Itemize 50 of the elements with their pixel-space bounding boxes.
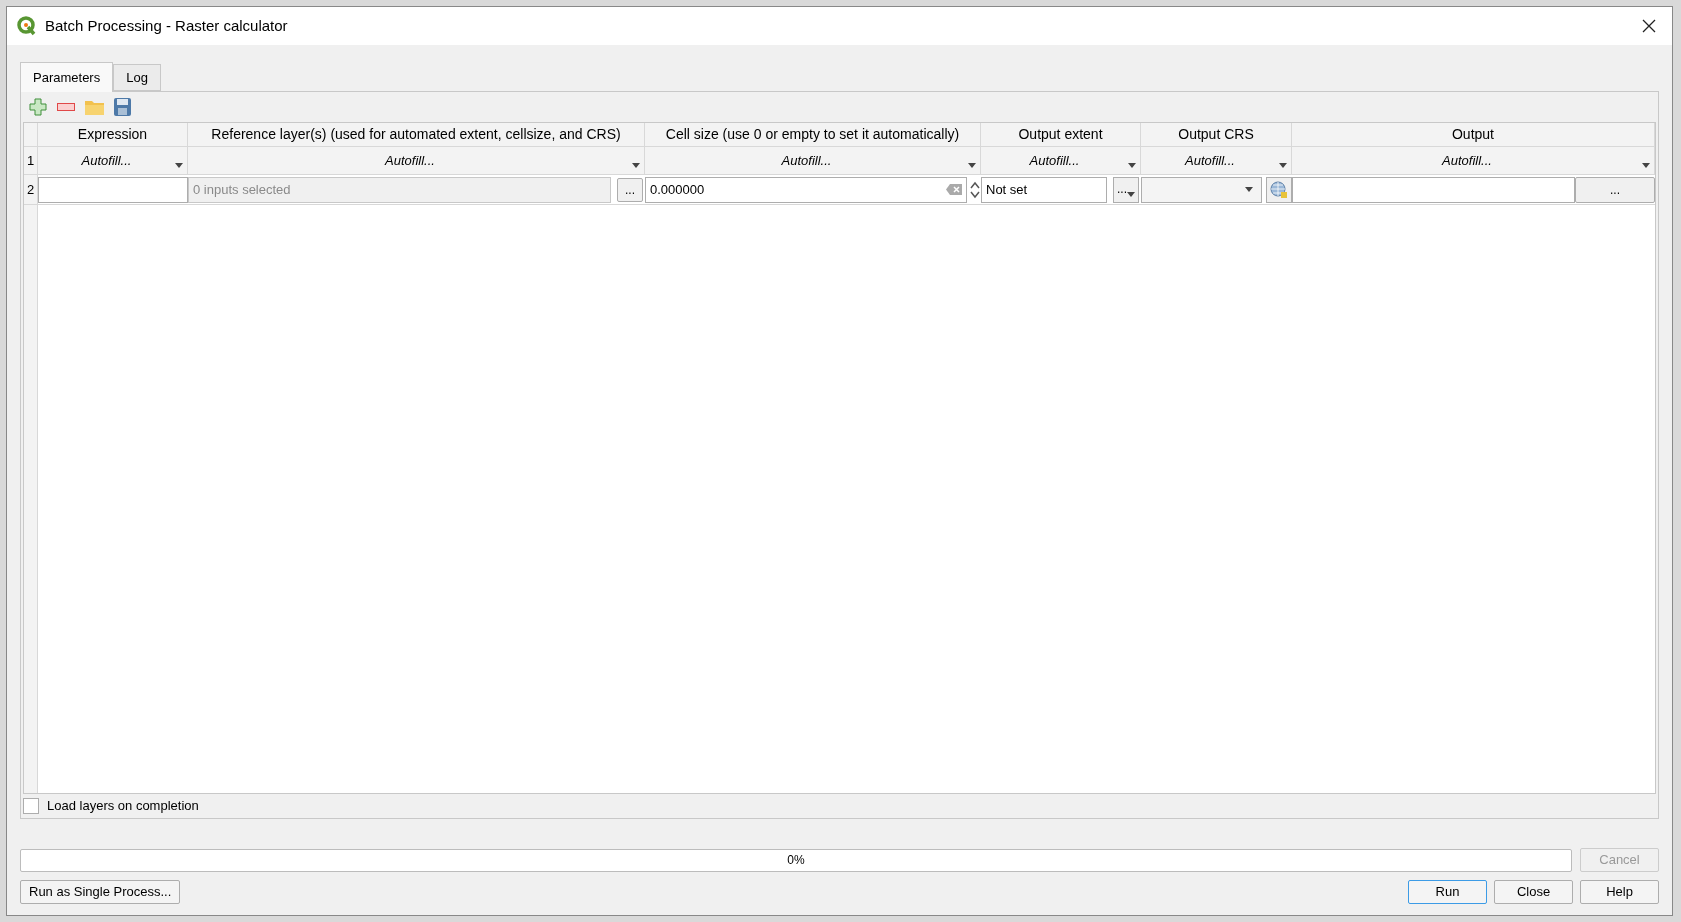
dialog-button[interactable]: Help [1580, 880, 1659, 904]
column-header[interactable]: Expression [38, 123, 188, 146]
dialog-button[interactable]: Run [1408, 880, 1487, 904]
window-title: Batch Processing - Raster calculator [45, 15, 289, 36]
column-header[interactable]: Output [1292, 123, 1655, 146]
close-icon[interactable] [1642, 19, 1656, 33]
load-layers-checkbox[interactable] [23, 798, 39, 814]
output-field[interactable] [1292, 176, 1575, 203]
autofill-dropdown[interactable]: Autofill... [1292, 147, 1642, 174]
browse-button[interactable]: ... [1575, 176, 1655, 203]
dialog-button[interactable]: Run as Single Process... [20, 880, 181, 904]
cell-size-field[interactable]: 0.000000 [645, 176, 967, 203]
dialog-button[interactable]: Close [1494, 880, 1573, 904]
caret-icon [632, 163, 640, 168]
caret-icon [175, 163, 183, 168]
crs-button[interactable] [1266, 176, 1292, 203]
expression-field[interactable] [38, 176, 188, 203]
clear-icon[interactable] [946, 184, 962, 195]
tab[interactable]: Parameters [20, 62, 114, 92]
column-header[interactable]: Output extent [981, 123, 1141, 146]
autofill-dropdown[interactable]: Autofill... [1141, 147, 1279, 174]
row-number: 1 [24, 147, 38, 174]
caret-icon [1279, 163, 1287, 168]
autofill-dropdown[interactable]: Autofill... [188, 147, 632, 174]
save-icon[interactable] [114, 98, 131, 116]
row-number: 2 [24, 175, 38, 204]
globe-icon [1270, 180, 1288, 199]
extent-field[interactable]: Not set [981, 176, 1107, 203]
checkbox-label: Load layers on completion [47, 797, 199, 816]
app-logo-icon [17, 16, 37, 36]
caret-icon [1127, 191, 1135, 197]
column-header[interactable]: Output CRS [1141, 123, 1292, 146]
autofill-dropdown[interactable]: Autofill... [645, 147, 968, 174]
browse-button[interactable]: ... [617, 177, 643, 202]
remove-icon[interactable] [57, 103, 75, 111]
folder-icon[interactable] [85, 99, 104, 115]
autofill-dropdown[interactable]: Autofill... [981, 147, 1128, 174]
spinner-icon[interactable] [969, 179, 981, 200]
caret-icon [1642, 163, 1650, 168]
column-header[interactable]: Cell size (use 0 or empty to set it automatically) [645, 123, 981, 146]
add-icon[interactable] [29, 98, 47, 116]
caret-icon [968, 163, 976, 168]
tab[interactable]: Log [113, 64, 161, 91]
extent-menu-button[interactable]: ... [1113, 176, 1139, 203]
column-header[interactable]: Reference layer(s) (used for automated extent, cellsize, and CRS) [188, 123, 645, 146]
caret-icon [1128, 163, 1136, 168]
crs-dropdown[interactable] [1141, 176, 1262, 203]
progress-text: 0% [786, 852, 806, 869]
autofill-dropdown[interactable]: Autofill... [38, 147, 175, 174]
caret-icon [1245, 187, 1253, 192]
